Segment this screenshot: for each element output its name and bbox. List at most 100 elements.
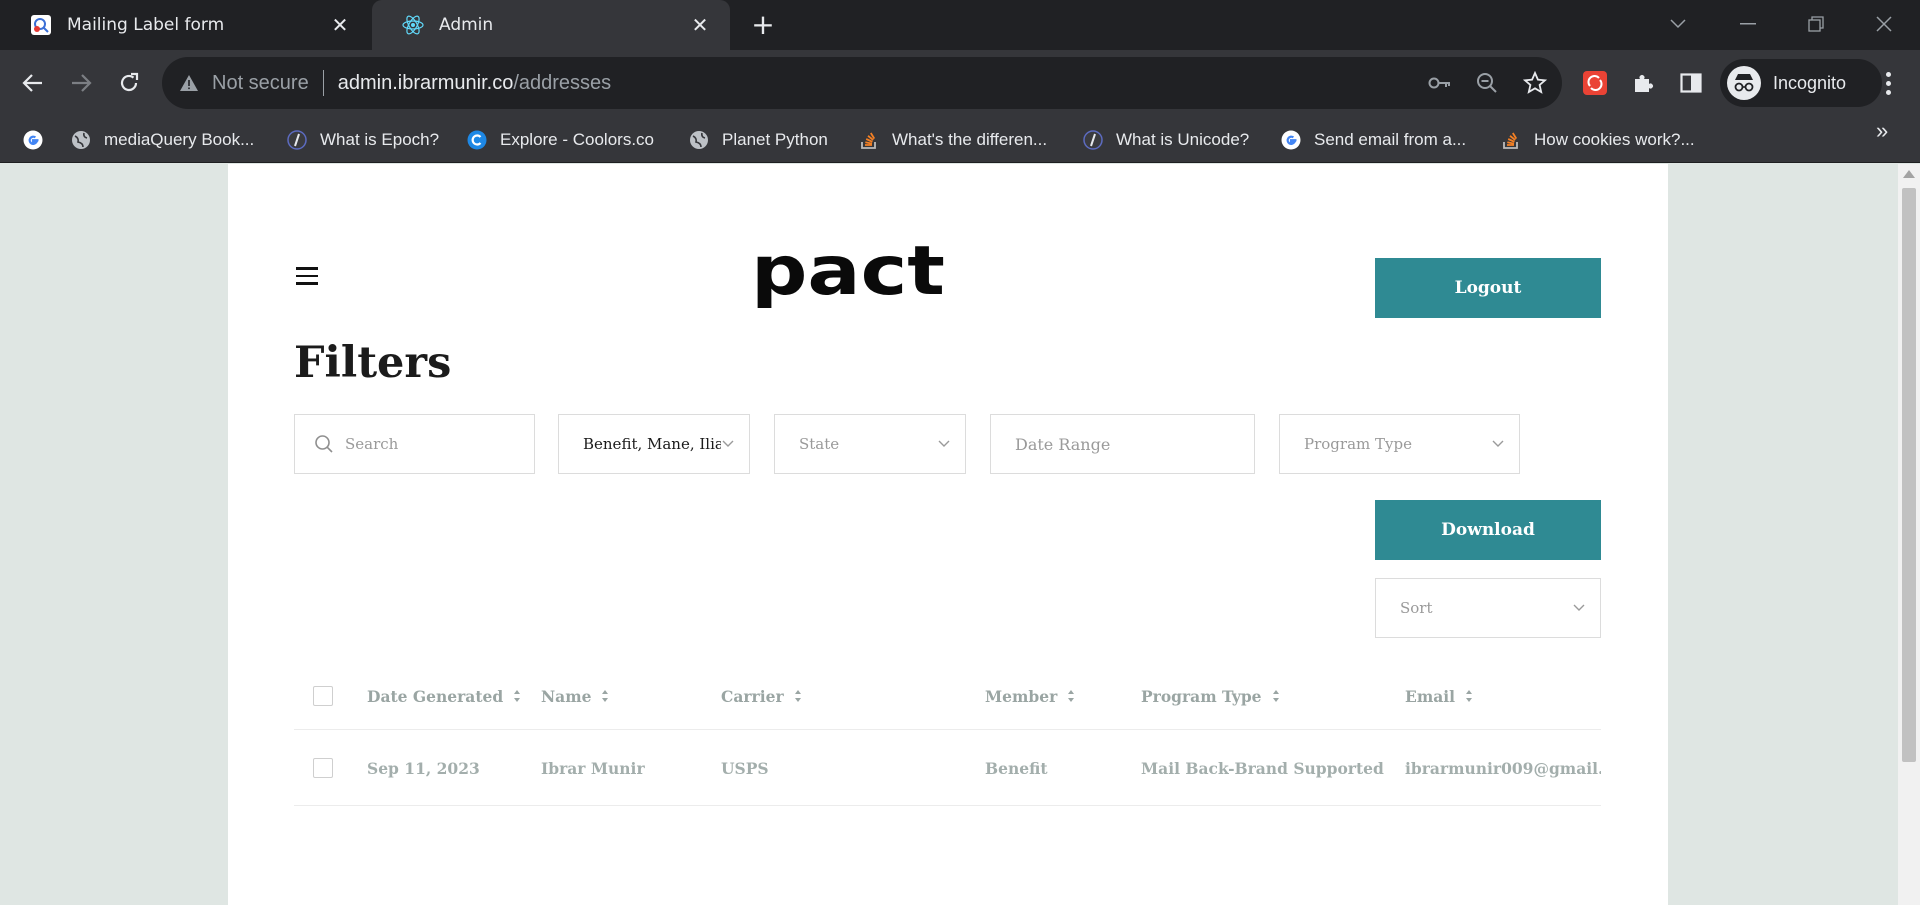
profile-label: Incognito — [1773, 72, 1847, 93]
extension-red-icon[interactable] — [1580, 68, 1610, 98]
tab-title: Mailing Label form — [67, 15, 225, 35]
chevron-down-icon — [1491, 437, 1505, 451]
program-type-placeholder: Program Type — [1304, 435, 1412, 453]
globe-icon — [70, 129, 92, 151]
security-label[interactable]: Not secure — [212, 72, 309, 95]
address-separator — [322, 70, 324, 96]
bookmark-label: How cookies work?... — [1534, 130, 1695, 149]
cell-program-type: Mail Back-Brand Supported — [1141, 758, 1384, 778]
page-viewport: pact Logout Filters Search Benefit, Mane… — [0, 164, 1898, 905]
column-label: Member — [985, 686, 1058, 706]
url-path: /addresses — [513, 71, 612, 94]
reload-icon[interactable] — [112, 66, 146, 100]
new-tab-icon[interactable]: + — [748, 11, 778, 39]
chevron-down-icon — [937, 437, 951, 451]
tab-title: Admin — [439, 15, 494, 35]
filters-title: Filters — [294, 338, 452, 388]
logout-button[interactable]: Logout — [1375, 258, 1601, 318]
bookmarks-overflow-icon[interactable]: » — [1876, 118, 1888, 144]
svg-text:pact: pact — [751, 246, 945, 311]
program-type-filter-select[interactable]: Program Type — [1279, 414, 1520, 474]
incognito-profile-button[interactable]: Incognito — [1720, 59, 1882, 107]
table-header-row: Date Generated Name Carrier Member Progr… — [294, 662, 1601, 730]
bookmark-site-icon — [1082, 129, 1104, 151]
cell-email: ibrarmunir009@gmail.com — [1405, 758, 1601, 778]
browser-toolbar: Not secure admin.ibrarmunir.co /addresse… — [0, 50, 1920, 116]
cell-name: Ibrar Munir — [541, 758, 645, 778]
address-bar[interactable]: Not secure admin.ibrarmunir.co /addresse… — [162, 57, 1562, 109]
bookmark-how-cookies-work[interactable]: How cookies work?... — [1500, 126, 1695, 154]
bookmark-what-is-epoch[interactable]: What is Epoch? — [286, 126, 439, 154]
download-button[interactable]: Download — [1375, 500, 1601, 560]
column-header-member[interactable]: Member — [985, 662, 1075, 730]
browser-menu-icon[interactable] — [1876, 66, 1900, 100]
select-all-checkbox[interactable] — [313, 686, 333, 706]
row-checkbox[interactable] — [313, 758, 333, 778]
bookmark-site-icon — [286, 129, 308, 151]
url-host: admin.ibrarmunir.co — [337, 71, 514, 94]
column-label: Program Type — [1141, 686, 1262, 706]
bookmark-label: What is Epoch? — [320, 130, 440, 149]
page-scrollbar[interactable] — [1898, 164, 1920, 905]
column-header-name[interactable]: Name — [541, 662, 609, 730]
incognito-icon — [1727, 66, 1761, 100]
bookmark-mediaquery[interactable]: mediaQuery Book... — [70, 126, 254, 154]
extensions-puzzle-icon[interactable] — [1628, 68, 1658, 98]
bookmark-planet-python[interactable]: Planet Python — [688, 126, 828, 154]
state-placeholder: State — [799, 435, 840, 453]
tab-search-chevron-icon[interactable] — [1658, 6, 1698, 42]
bookmark-label: Planet Python — [722, 130, 828, 149]
restore-icon[interactable] — [1796, 6, 1836, 42]
bookmark-whats-the-difference[interactable]: What's the differen... — [858, 126, 1047, 154]
bookmark-label: Explore - Coolors.co — [500, 130, 655, 149]
minimize-icon[interactable] — [1728, 6, 1768, 42]
stackoverflow-icon — [858, 129, 880, 151]
tab-mailing-label-form[interactable]: Mailing Label form ✕ — [0, 0, 370, 50]
coolors-icon — [466, 129, 488, 151]
close-tab-icon[interactable]: ✕ — [328, 13, 352, 37]
close-window-icon[interactable] — [1864, 6, 1904, 42]
column-header-email[interactable]: Email — [1405, 662, 1473, 730]
hamburger-menu-icon[interactable] — [296, 264, 320, 288]
sort-select[interactable]: Sort — [1375, 578, 1601, 638]
sort-icon — [513, 690, 521, 702]
bookmark-send-email[interactable]: Send email from a... — [1280, 126, 1466, 154]
key-icon[interactable] — [1427, 70, 1453, 96]
search-input[interactable]: Search — [294, 414, 535, 474]
table-row[interactable]: Sep 11, 2023 Ibrar Munir USPS Benefit Ma… — [294, 730, 1601, 806]
chevron-down-icon — [721, 437, 735, 451]
globe-icon — [688, 129, 710, 151]
bookmark-coolors[interactable]: Explore - Coolors.co — [466, 126, 654, 154]
cell-member: Benefit — [985, 758, 1048, 778]
sort-icon — [1067, 690, 1075, 702]
date-range-input[interactable]: Date Range — [990, 414, 1255, 474]
forward-icon[interactable] — [64, 66, 98, 100]
member-filter-value: Benefit, Mane, Ilia — [583, 435, 721, 453]
bookmark-star-icon[interactable] — [1522, 70, 1548, 96]
state-filter-select[interactable]: State — [774, 414, 966, 474]
warning-icon[interactable] — [178, 72, 200, 94]
search-placeholder: Search — [345, 435, 399, 453]
back-icon[interactable] — [16, 66, 50, 100]
column-label: Date Generated — [367, 686, 504, 706]
close-tab-icon[interactable]: ✕ — [688, 13, 712, 37]
tab-admin[interactable]: Admin ✕ — [372, 0, 730, 50]
scrollbar-thumb[interactable] — [1902, 188, 1916, 762]
search-icon — [313, 433, 335, 455]
bookmark-google[interactable] — [22, 126, 56, 154]
side-panel-icon[interactable] — [1676, 68, 1706, 98]
bookmarks-bar: mediaQuery Book... What is Epoch? Explor… — [0, 116, 1920, 163]
bookmark-label: What's the differen... — [892, 130, 1048, 149]
column-header-program-type[interactable]: Program Type — [1141, 662, 1280, 730]
member-filter-select[interactable]: Benefit, Mane, Ilia — [558, 414, 750, 474]
chevron-down-icon — [1572, 601, 1586, 615]
column-label: Email — [1405, 686, 1456, 706]
bookmark-what-is-unicode[interactable]: What is Unicode? — [1082, 126, 1249, 154]
scroll-up-arrow-icon[interactable] — [1903, 170, 1915, 178]
admin-card: pact Logout Filters Search Benefit, Mane… — [228, 164, 1668, 905]
zoom-out-icon[interactable] — [1474, 70, 1500, 96]
column-header-carrier[interactable]: Carrier — [721, 662, 802, 730]
date-range-placeholder: Date Range — [1015, 434, 1111, 454]
google-icon — [22, 129, 44, 151]
column-header-date-generated[interactable]: Date Generated — [367, 662, 521, 730]
